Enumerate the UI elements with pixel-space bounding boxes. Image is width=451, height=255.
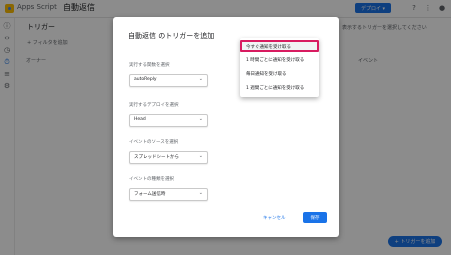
function-select[interactable]: autoReply ⌄ (129, 74, 208, 87)
deployment-value: Head (134, 117, 146, 122)
save-button[interactable]: 保存 (303, 212, 327, 223)
menu-item-notify-hourly[interactable]: 1 時間ごとに通知を受け取る (240, 54, 319, 66)
event-type-value: フォーム送信時 (134, 192, 166, 197)
cancel-button[interactable]: キャンセル (263, 215, 286, 221)
event-source-value: スプレッドシートから (134, 155, 179, 160)
event-source-select[interactable]: スプレッドシートから ⌄ (129, 151, 208, 164)
function-value: autoReply (134, 77, 157, 82)
deployment-label: 実行するデプロイを選択 (129, 103, 179, 108)
event-type-select[interactable]: フォーム送信時 ⌄ (129, 188, 208, 201)
event-source-label: イベントのソースを選択 (129, 140, 179, 145)
function-label: 実行する関数を選択 (129, 63, 170, 68)
failure-notification-menu: 今すぐ通知を受け取る 1 時間ごとに通知を受け取る 毎日通知を受け取る 1 週間… (240, 38, 319, 97)
chevron-down-icon: ⌄ (198, 76, 203, 82)
chevron-down-icon: ⌄ (198, 153, 203, 159)
menu-item-notify-weekly[interactable]: 1 週間ごとに通知を受け取る (240, 82, 319, 94)
chevron-down-icon: ⌄ (198, 190, 203, 196)
menu-item-notify-daily[interactable]: 毎日通知を受け取る (240, 68, 319, 80)
menu-item-notify-immediately[interactable]: 今すぐ通知を受け取る (240, 40, 319, 52)
dialog-title: 自動返信 のトリガーを追加 (128, 32, 215, 40)
chevron-down-icon: ⌄ (198, 116, 203, 122)
deployment-select[interactable]: Head ⌄ (129, 114, 208, 127)
event-type-label: イベントの種類を選択 (129, 177, 174, 182)
